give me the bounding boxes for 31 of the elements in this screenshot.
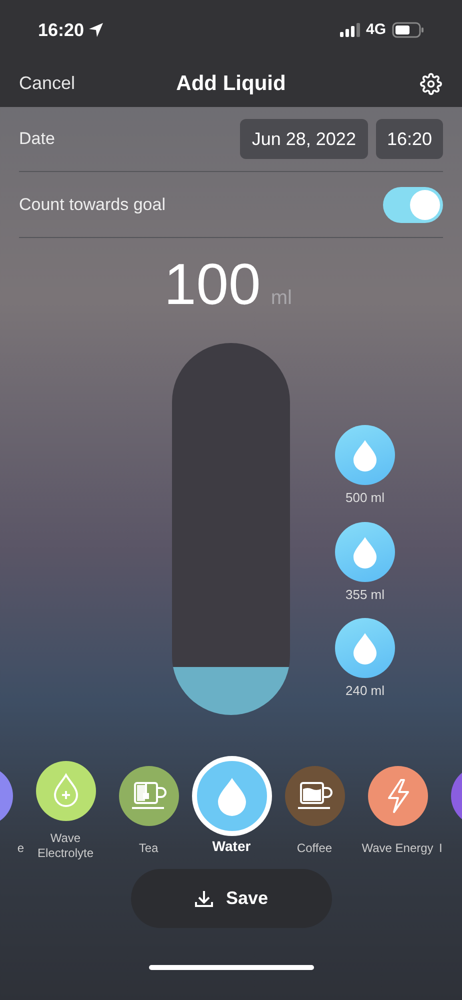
network-label: 4G — [366, 20, 386, 40]
drink-label: Wave Electrolyte — [36, 831, 95, 861]
quick-amount-label: 240 ml — [345, 682, 385, 700]
goal-toggle[interactable] — [383, 186, 443, 222]
download-icon — [194, 888, 214, 908]
screen-title: Add Liquid — [176, 70, 286, 97]
date-picker[interactable]: Jun 28, 2022 — [240, 119, 368, 159]
water-drop-icon — [351, 631, 379, 665]
drink-label: e — [17, 841, 24, 856]
settings-icon — [420, 72, 442, 94]
clock-time: 16:20 — [38, 18, 84, 42]
quick-amount-label: 355 ml — [345, 586, 385, 604]
amount-value: 100 — [164, 256, 261, 314]
cancel-button[interactable]: Cancel — [19, 70, 76, 97]
drink-label: Coffee — [296, 841, 332, 856]
battery-icon — [392, 22, 424, 38]
drink-label: I — [439, 841, 442, 856]
date-label: Date — [19, 128, 55, 150]
drink-label: Water — [212, 839, 251, 854]
settings-button[interactable] — [419, 72, 443, 96]
signal-icon — [340, 23, 360, 37]
goal-label: Count towards goal — [19, 194, 166, 216]
water-drop-icon — [351, 534, 379, 568]
water-drop-icon — [351, 438, 379, 472]
save-button[interactable]: Save — [130, 869, 332, 928]
location-arrow-icon — [88, 22, 104, 38]
drop-plus-icon — [52, 773, 80, 809]
drink-label: Tea — [138, 841, 158, 856]
quick-amount-label: 500 ml — [345, 489, 385, 507]
time-picker[interactable]: 16:20 — [376, 119, 443, 159]
drink-label: Wave Energy — [362, 841, 434, 856]
